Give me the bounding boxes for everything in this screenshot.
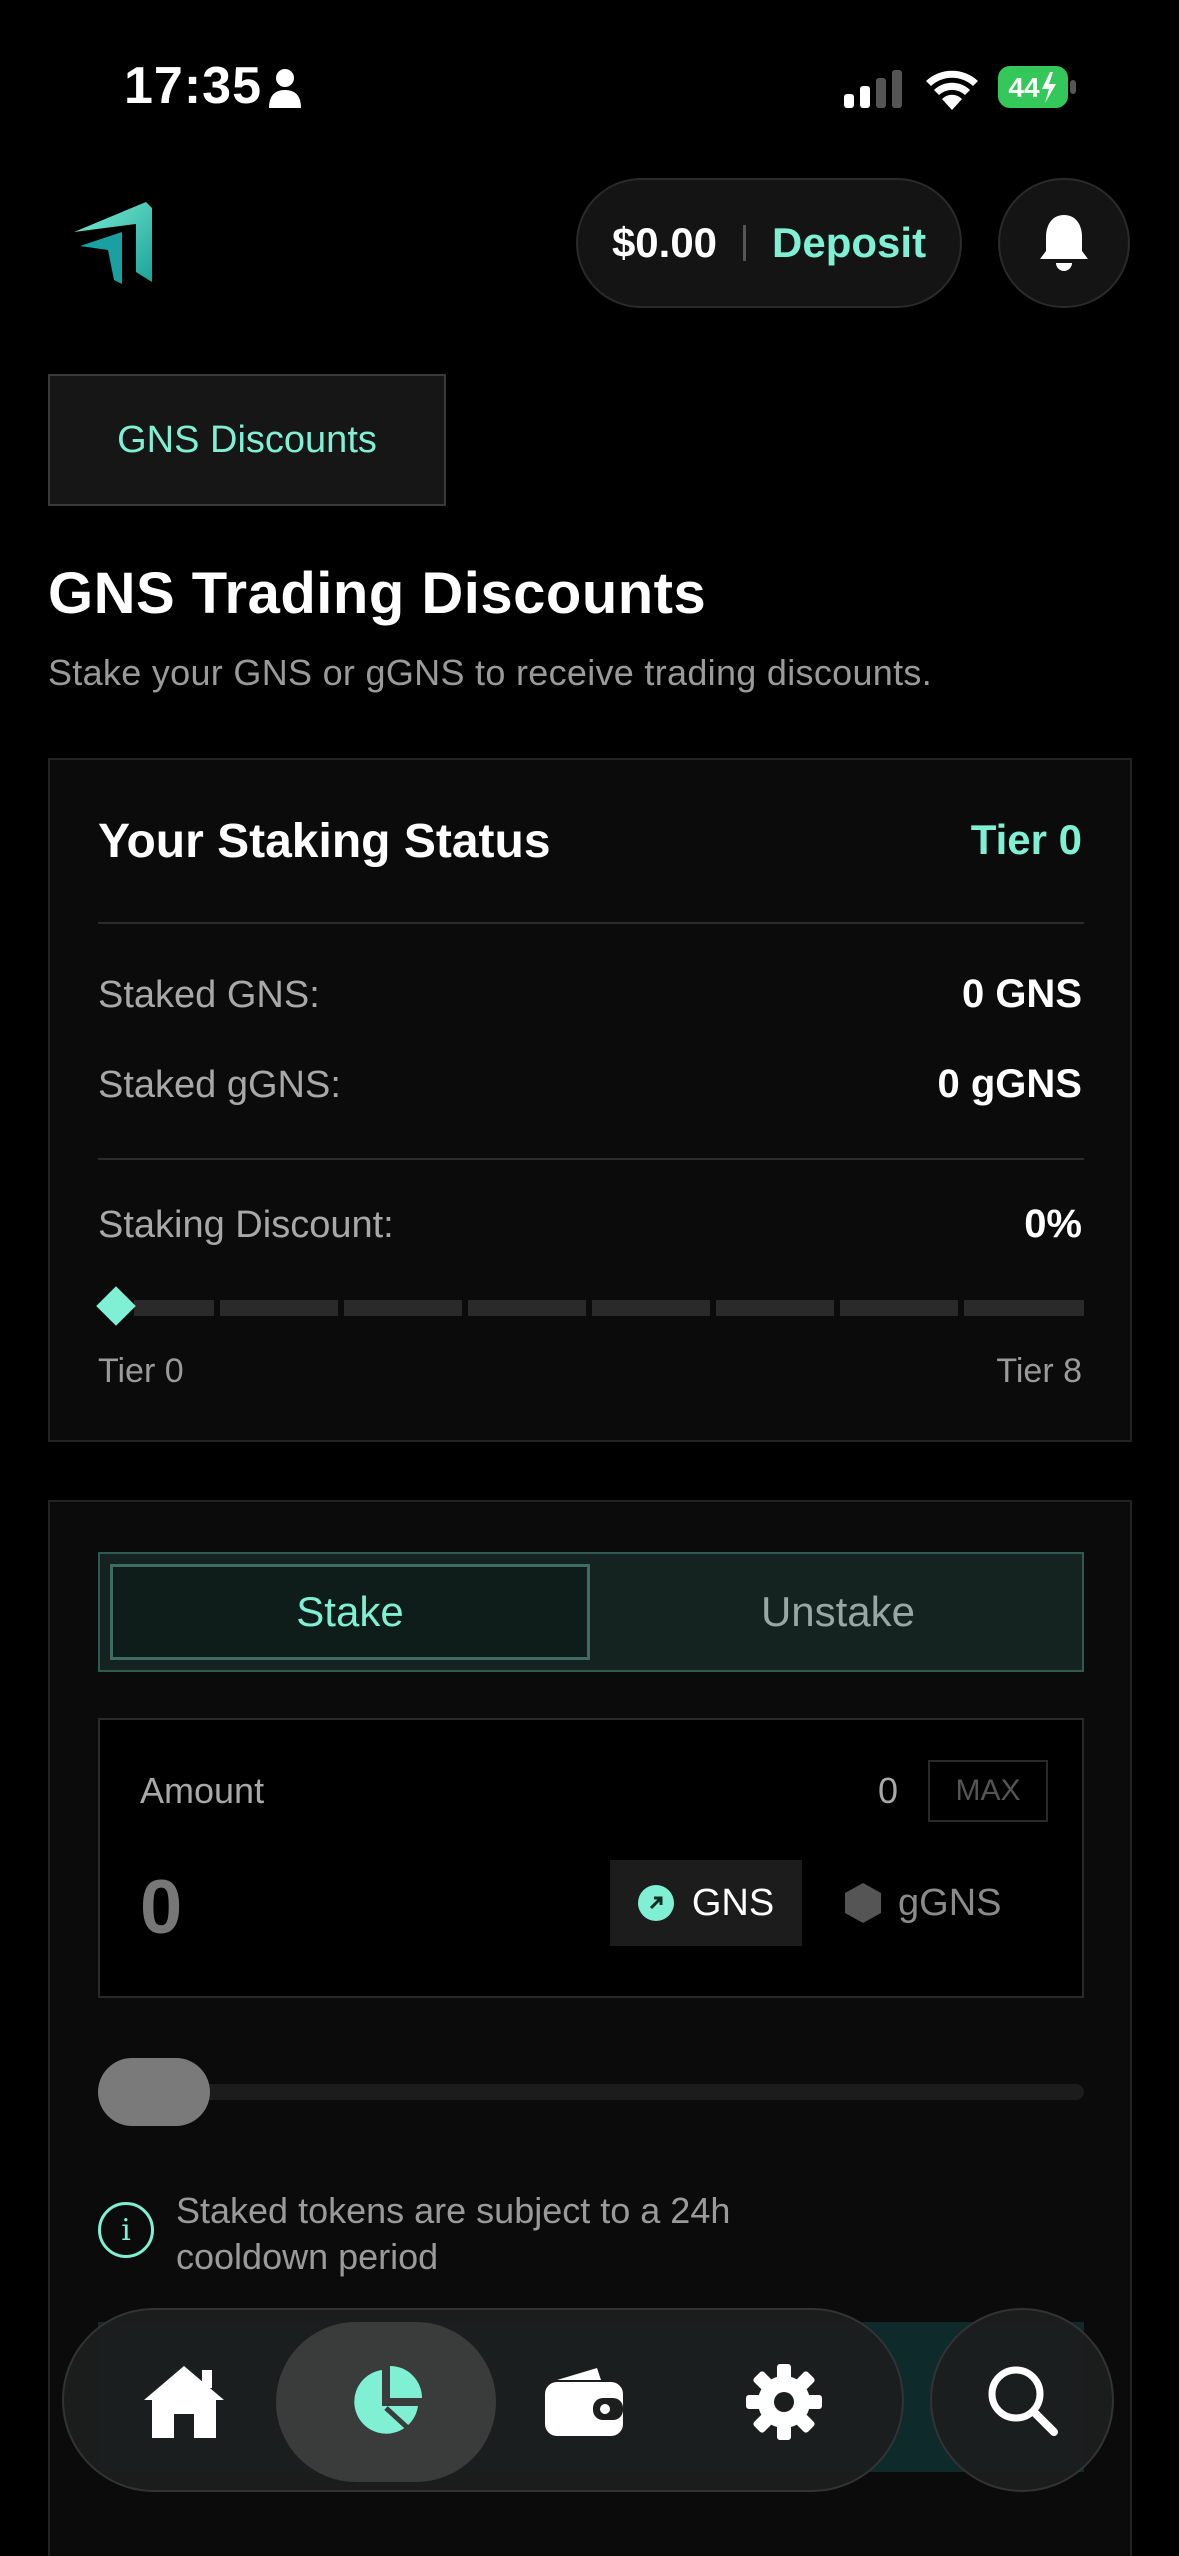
stake-tab[interactable]: Stake — [110, 1564, 590, 1660]
ggns-token-icon — [845, 1883, 881, 1923]
tier-segment — [964, 1300, 1084, 1316]
portfolio-pie-icon — [354, 2366, 422, 2434]
slider-track — [98, 2084, 1084, 2100]
staking-status-title: Your Staking Status — [98, 815, 551, 868]
tab-gns-discounts[interactable]: GNS Discounts — [48, 374, 446, 506]
battery-indicator: 44 — [998, 66, 1078, 108]
account-balance: $0.00 — [611, 219, 718, 266]
wifi-icon — [926, 70, 978, 110]
person-icon — [269, 69, 301, 108]
wallet-icon — [545, 2368, 623, 2436]
gns-token-icon — [637, 1885, 674, 1921]
amount-label: Amount — [140, 1770, 265, 1811]
slider-thumb[interactable] — [98, 2058, 210, 2126]
cooldown-notice: i Staked tokens are subject to a 24h coo… — [98, 2188, 998, 2280]
balance-deposit-pill[interactable]: $0.00 Deposit — [576, 178, 962, 308]
tier-min-label: Tier 0 — [98, 1352, 184, 1390]
pill-divider — [743, 225, 747, 261]
staked-gns-value: 0 GNS — [961, 972, 1082, 1016]
search-icon — [988, 2366, 1058, 2436]
bottom-nav-bar — [62, 2308, 904, 2492]
token-gns-label: GNS — [691, 1881, 775, 1924]
cooldown-notice-text: Staked tokens are subject to a 24h coold… — [176, 2190, 731, 2277]
nav-item-home[interactable] — [104, 2310, 264, 2494]
notifications-button[interactable] — [998, 178, 1130, 308]
tier-progress-marker — [96, 1286, 136, 1326]
amount-input-box: Amount 0 MAX 0 GNS gGNS — [98, 1718, 1084, 1998]
tier-segment — [840, 1300, 958, 1316]
info-icon: i — [98, 2202, 154, 2258]
tier-segment — [134, 1300, 214, 1316]
settings-gear-icon — [746, 2364, 822, 2440]
current-tier-badge: Tier 0 — [970, 816, 1082, 863]
staked-ggns-label: Staked gGNS: — [98, 1064, 341, 1106]
home-icon — [144, 2366, 224, 2438]
unstake-tab[interactable]: Unstake — [600, 1564, 1076, 1660]
staking-status-card: Your Staking Status Tier 0 Staked GNS: 0… — [48, 758, 1132, 1442]
deposit-button[interactable]: Deposit — [772, 219, 926, 267]
staking-discount-label: Staking Discount: — [98, 1204, 394, 1246]
bell-icon — [1040, 215, 1088, 271]
staked-gns-label: Staked GNS: — [98, 974, 320, 1016]
tier-segment — [468, 1300, 586, 1316]
status-time: 17:35 — [124, 57, 262, 115]
amount-input[interactable]: 0 — [140, 1864, 182, 1951]
staking-discount-value: 0% — [1024, 1202, 1082, 1246]
tier-segment — [344, 1300, 462, 1316]
card-divider — [98, 922, 1084, 924]
tier-segment — [716, 1300, 834, 1316]
token-option-gns[interactable]: GNS — [610, 1860, 802, 1946]
tier-segment — [220, 1300, 338, 1316]
tier-segment — [592, 1300, 710, 1316]
battery-level: 44 — [1008, 72, 1040, 103]
nav-item-portfolio[interactable] — [286, 2310, 486, 2494]
status-bar: 17:35 44 — [0, 0, 1179, 180]
nav-item-settings[interactable] — [704, 2310, 864, 2494]
staked-ggns-value: 0 gGNS — [937, 1062, 1082, 1106]
tier-max-label: Tier 8 — [996, 1352, 1082, 1390]
stake-unstake-toggle: Stake Unstake — [98, 1552, 1084, 1672]
page-subtitle: Stake your GNS or gGNS to receive tradin… — [48, 652, 932, 693]
search-button[interactable] — [930, 2308, 1114, 2492]
token-option-ggns[interactable]: gGNS — [844, 1860, 1044, 1946]
battery-icon: 44 — [998, 66, 1076, 108]
page-title: GNS Trading Discounts — [48, 561, 707, 626]
nav-item-wallet[interactable] — [504, 2310, 664, 2494]
app-logo[interactable] — [74, 202, 154, 284]
card-divider — [98, 1158, 1084, 1160]
cellular-signal-icon — [844, 70, 902, 108]
max-button[interactable]: MAX — [928, 1760, 1048, 1822]
tier-progress-bar — [96, 1286, 1084, 1326]
amount-slider[interactable] — [98, 2058, 1084, 2126]
available-balance: 0 — [878, 1770, 899, 1811]
token-ggns-label: gGNS — [898, 1881, 1002, 1924]
